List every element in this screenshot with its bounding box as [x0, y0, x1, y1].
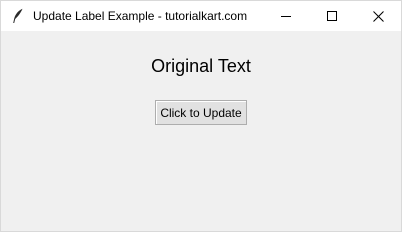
window-title: Update Label Example - tutorialkart.com: [33, 9, 248, 23]
window-content: Original Text Click to Update: [1, 31, 401, 231]
status-label: Original Text: [151, 56, 251, 76]
minimize-button[interactable]: [263, 1, 309, 31]
minimize-icon: [281, 16, 291, 17]
feather-icon[interactable]: [10, 8, 26, 24]
maximize-button[interactable]: [309, 1, 355, 31]
app-window: Update Label Example - tutorialkart.com: [0, 0, 402, 232]
window-controls: [263, 1, 401, 31]
close-button[interactable]: [355, 1, 401, 31]
maximize-icon: [327, 11, 337, 21]
close-icon: [372, 10, 384, 22]
update-button[interactable]: Click to Update: [155, 100, 247, 125]
title-bar[interactable]: Update Label Example - tutorialkart.com: [1, 1, 401, 31]
